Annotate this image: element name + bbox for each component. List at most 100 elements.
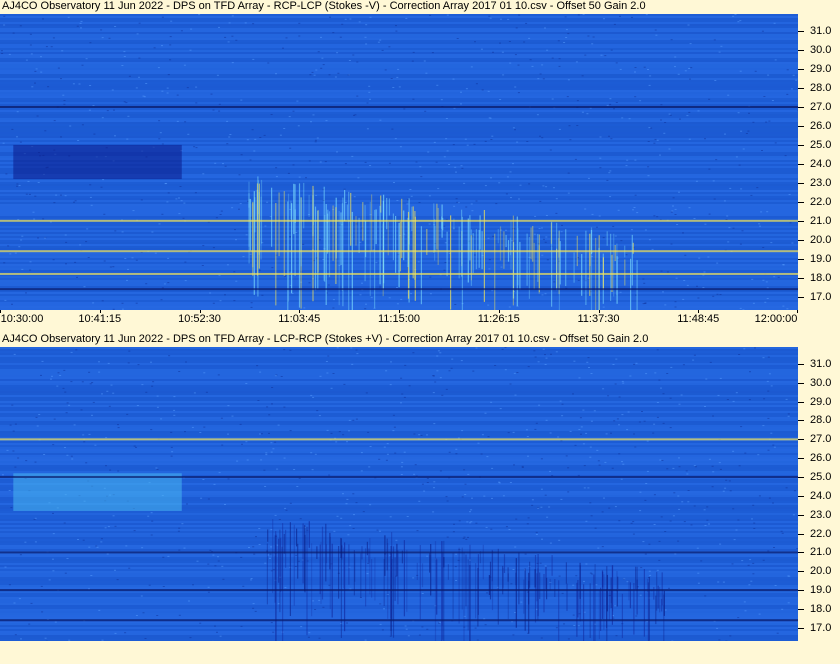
burst-streak xyxy=(554,579,556,597)
noise-speck xyxy=(486,592,489,594)
noise-speck xyxy=(495,203,498,205)
noise-row xyxy=(0,407,798,409)
noise-speck xyxy=(95,545,98,547)
noise-speck xyxy=(622,382,625,384)
noise-speck xyxy=(527,366,530,368)
noise-row xyxy=(0,375,798,377)
noise-speck xyxy=(616,418,619,420)
noise-speck xyxy=(708,168,711,170)
noise-speck xyxy=(469,511,471,513)
xtick-label: 11:26:15 xyxy=(477,313,520,325)
noise-speck xyxy=(246,139,249,141)
noise-speck xyxy=(359,294,362,296)
noise-speck xyxy=(474,41,476,43)
noise-speck xyxy=(656,139,659,141)
noise-speck xyxy=(240,99,243,101)
noise-speck xyxy=(383,446,386,448)
burst-streak xyxy=(406,549,408,612)
noise-speck xyxy=(558,539,561,541)
noise-speck xyxy=(29,269,32,271)
noise-speck xyxy=(531,504,534,506)
noise-speck xyxy=(70,351,73,353)
noise-speck xyxy=(183,547,186,549)
noise-speck xyxy=(568,125,571,127)
noise-speck xyxy=(680,394,683,396)
noise-speck xyxy=(753,522,756,524)
noise-speck xyxy=(90,204,93,206)
burst-streak xyxy=(293,524,295,606)
noise-speck xyxy=(150,512,153,514)
noise-row xyxy=(0,563,798,565)
noise-speck xyxy=(577,279,580,281)
noise-speck xyxy=(629,375,632,377)
noise-speck xyxy=(560,231,563,233)
interference-line xyxy=(0,438,798,441)
noise-speck xyxy=(100,186,103,188)
noise-speck xyxy=(52,512,54,514)
noise-speck xyxy=(269,553,272,555)
noise-speck xyxy=(444,262,447,263)
burst-streak xyxy=(465,554,467,607)
noise-speck xyxy=(168,355,171,357)
noise-speck xyxy=(266,406,269,408)
noise-speck xyxy=(473,143,476,145)
noise-speck xyxy=(546,259,549,261)
noise-speck xyxy=(743,601,746,603)
noise-speck xyxy=(89,196,92,198)
noise-speck xyxy=(178,527,181,529)
noise-speck xyxy=(682,364,685,366)
noise-row xyxy=(0,433,798,435)
noise-speck xyxy=(352,528,355,529)
noise-speck xyxy=(182,217,185,219)
noise-row xyxy=(0,359,798,361)
noise-speck xyxy=(633,363,636,365)
noise-speck xyxy=(632,521,635,523)
noise-speck xyxy=(732,400,735,402)
noise-speck xyxy=(486,456,489,458)
noise-speck xyxy=(561,592,564,594)
noise-row xyxy=(0,349,798,351)
noise-speck xyxy=(114,26,117,27)
noise-speck xyxy=(703,271,706,273)
noise-speck xyxy=(242,585,245,587)
noise-speck xyxy=(683,521,686,523)
noise-row xyxy=(0,445,798,447)
noise-speck xyxy=(520,601,523,603)
noise-speck xyxy=(406,516,409,517)
noise-speck xyxy=(295,554,298,556)
noise-speck xyxy=(207,586,210,588)
burst-streak xyxy=(375,209,377,245)
noise-speck xyxy=(385,370,388,372)
noise-speck xyxy=(157,67,160,69)
noise-speck xyxy=(708,98,711,100)
noise-speck xyxy=(199,432,202,433)
noise-speck xyxy=(780,530,783,532)
noise-speck xyxy=(327,284,330,286)
noise-row xyxy=(0,355,798,357)
noise-speck xyxy=(170,20,173,22)
burst-streak xyxy=(550,222,552,244)
noise-speck xyxy=(145,391,148,393)
burst-streak xyxy=(472,233,474,274)
noise-speck xyxy=(687,24,690,26)
noise-speck xyxy=(358,21,361,23)
noise-speck xyxy=(733,539,736,541)
noise-speck xyxy=(617,209,620,211)
noise-speck xyxy=(752,573,755,575)
noise-speck xyxy=(712,415,714,417)
noise-speck xyxy=(639,510,642,512)
noise-speck xyxy=(514,546,517,548)
noise-speck xyxy=(190,28,193,30)
noise-speck xyxy=(602,237,605,239)
noise-speck xyxy=(29,33,32,35)
noise-speck xyxy=(702,287,705,289)
noise-speck xyxy=(121,302,124,304)
noise-speck xyxy=(16,183,19,185)
noise-speck xyxy=(167,192,170,194)
noise-speck xyxy=(610,138,613,140)
noise-speck xyxy=(330,432,333,434)
noise-speck xyxy=(54,621,57,623)
noise-speck xyxy=(66,402,69,404)
noise-speck xyxy=(256,365,259,367)
noise-speck xyxy=(161,45,163,47)
